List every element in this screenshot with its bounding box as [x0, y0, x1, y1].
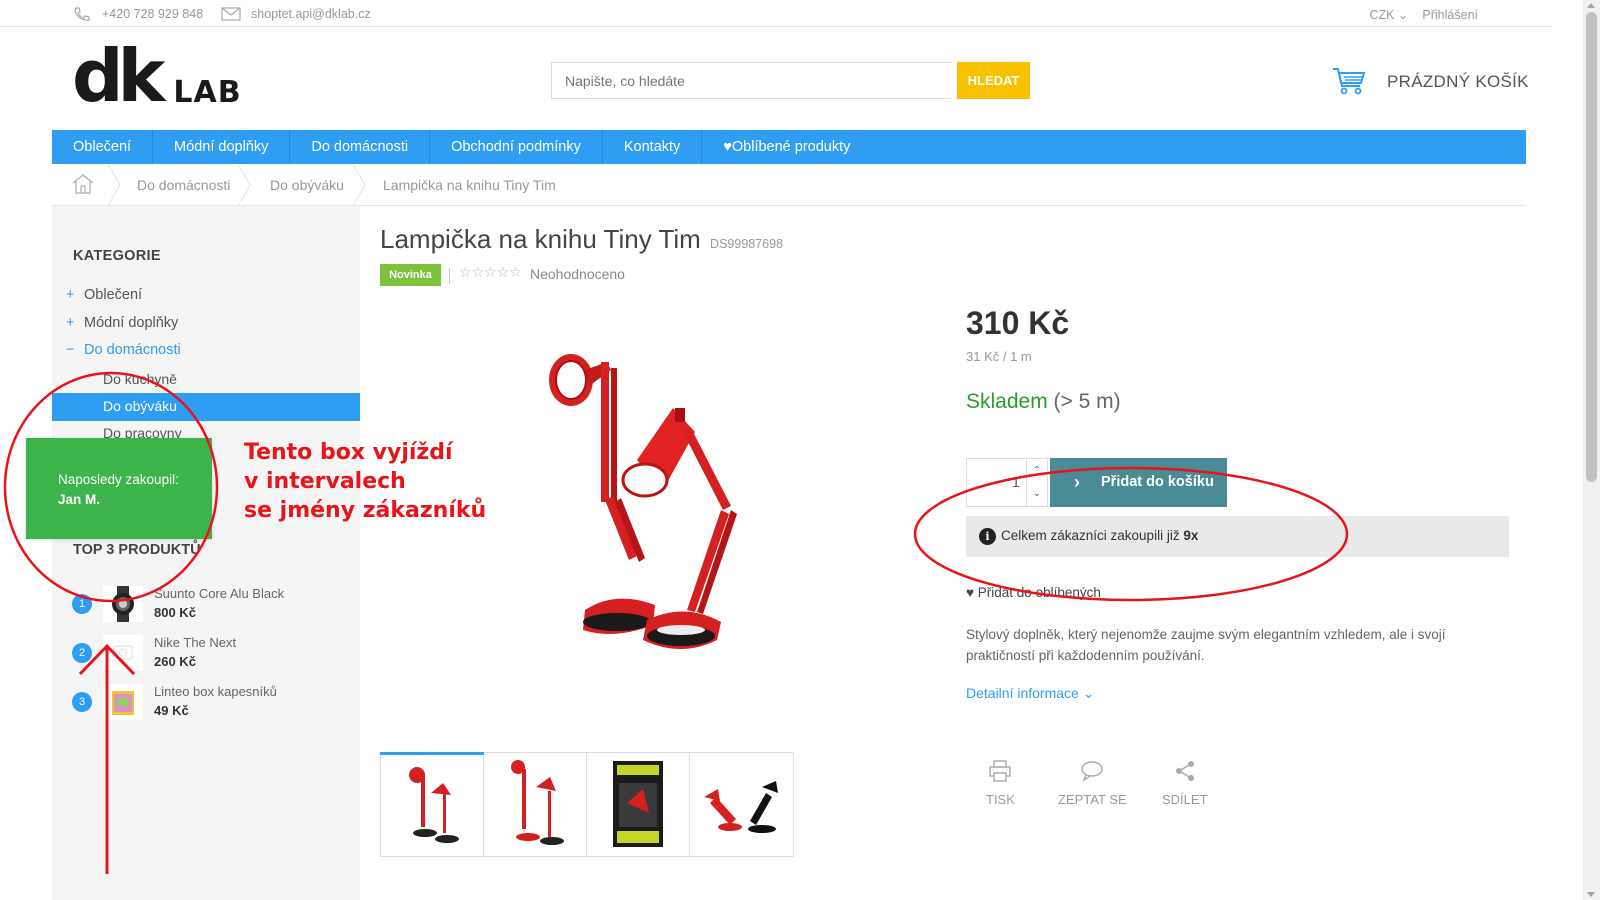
home-icon[interactable]: [71, 172, 95, 196]
category-do-domacnosti[interactable]: − Do domácnosti: [66, 342, 181, 358]
product-gallery: [380, 752, 794, 857]
nav-item-do-domacnosti[interactable]: Do domácnosti: [290, 130, 431, 164]
rating-text: Neohodnoceno: [530, 266, 625, 282]
heart-icon: ♥: [723, 139, 732, 155]
product-title: Lampička na knihu Tiny Tim DS99987698: [380, 224, 784, 254]
ask-question-button[interactable]: ZEPTAT SE: [1058, 760, 1127, 807]
print-button[interactable]: TISK: [986, 760, 1015, 807]
printer-icon: [989, 760, 1012, 782]
stock-status: Skladem (> 5 m): [966, 390, 1121, 413]
cart-label[interactable]: PRÁZDNÝ KOŠÍK: [1387, 72, 1529, 92]
product-price: 310 Kč: [966, 305, 1070, 341]
rating-divider: [449, 268, 450, 284]
top-product[interactable]: 3 Linteo box kapesníků 49 Kč: [72, 684, 342, 724]
chevron-right-icon: ›: [1074, 472, 1080, 492]
breadcrumb-separator: [107, 164, 121, 206]
breadcrumb-item[interactable]: Do obýváku: [270, 177, 344, 193]
info-icon: i: [979, 528, 996, 545]
rating-stars-icon[interactable]: ☆☆☆☆☆: [459, 264, 522, 281]
top-bar: +420 728 929 848 shoptet.api@dklab.cz CZ…: [0, 0, 1553, 27]
rank-badge: 2: [72, 643, 92, 663]
category-obleceni[interactable]: + Oblečení: [66, 287, 142, 303]
annotation-text: Tento box vyjíždí v intervalech se jmény…: [244, 440, 487, 523]
scrollbar[interactable]: [1583, 0, 1600, 900]
top-product[interactable]: 2 Nike The Next 260 Kč: [72, 635, 342, 675]
gallery-thumbnail[interactable]: [380, 752, 484, 856]
recent-purchase-popup: Naposledy zakoupil: Jan M.: [26, 438, 212, 539]
add-to-favorites-link[interactable]: ♥ Přidat do oblíbených: [966, 585, 1101, 600]
product-code: DS99987698: [710, 237, 784, 251]
currency-selector[interactable]: CZK ⌄: [1369, 7, 1408, 22]
chevron-down-icon: ⌄: [1082, 685, 1095, 701]
envelope-icon: [221, 7, 241, 21]
phone-icon: [74, 7, 90, 21]
scroll-up-arrow[interactable]: [1587, 3, 1595, 8]
product-image[interactable]: [545, 340, 765, 670]
search-input[interactable]: [551, 62, 951, 99]
decrease-arrow-icon[interactable]: ⌄: [1027, 482, 1047, 505]
top3-title: TOP 3 PRODUKTŮ: [73, 542, 201, 558]
rank-badge: 3: [72, 692, 92, 712]
add-to-cart-button[interactable]: › Přidat do košíku: [1050, 458, 1227, 507]
popup-label: Naposledy zakoupil:: [58, 472, 179, 487]
sidebar: KATEGORIE + Oblečení + Módní doplňky − Do d…: [52, 206, 360, 900]
breadcrumb-current: Lampička na knihu Tiny Tim: [383, 177, 556, 193]
chevron-down-icon: ⌄: [1397, 8, 1409, 22]
unit-price: 31 Kč / 1 m: [966, 349, 1032, 364]
nav-item-obchodni-podminky[interactable]: Obchodní podmínky: [430, 130, 603, 164]
top-product[interactable]: 1 Suunto Core Alu Black 800 Kč: [72, 586, 342, 626]
breadcrumb: Do domácnosti Do obýváku Lampička na kni…: [52, 164, 1526, 206]
subcategory-do-kuchyne[interactable]: Do kuchyně: [103, 371, 177, 387]
email-address: shoptet.api@dklab.cz: [251, 7, 371, 21]
cart-icon[interactable]: [1332, 66, 1366, 96]
gallery-thumbnail[interactable]: [690, 753, 793, 856]
share-icon: [1175, 761, 1194, 781]
rank-badge: 1: [72, 594, 92, 614]
breadcrumb-separator: [237, 164, 251, 206]
categories-title: KATEGORIE: [73, 248, 161, 264]
scroll-down-arrow[interactable]: [1587, 892, 1595, 897]
product-description: Stylový doplněk, který nejenomže zaujme …: [966, 627, 1446, 663]
purchase-count-info: i Celkem zákazníci zakoupili již 9x: [966, 516, 1509, 557]
search-button[interactable]: HLEDAT: [957, 62, 1030, 99]
phone-number: +420 728 929 848: [102, 7, 204, 21]
increase-arrow-icon[interactable]: ⌃: [1027, 459, 1047, 482]
nav-item-oblibene-produkty[interactable]: ♥Oblíbené produkty: [702, 130, 871, 164]
breadcrumb-separator: [352, 164, 366, 206]
watch-thumbnail: [103, 586, 143, 622]
subcategory-do-obyvaku[interactable]: Do obýváku: [52, 393, 360, 421]
quantity-value[interactable]: 1: [1012, 474, 1020, 490]
login-link[interactable]: Přihlášení: [1422, 8, 1478, 22]
site-logo[interactable]: dk LAB: [72, 40, 242, 112]
share-button[interactable]: SDÍLET: [1162, 760, 1208, 807]
quantity-stepper[interactable]: 1 ⌃ ⌄: [966, 458, 1048, 507]
detail-info-link[interactable]: Detailní informace ⌄: [966, 685, 1094, 702]
heart-icon: ♥: [966, 585, 975, 600]
new-badge: Novinka: [380, 264, 441, 286]
scrollbar-thumb[interactable]: [1586, 12, 1597, 482]
email-contact[interactable]: shoptet.api@dklab.cz: [221, 6, 371, 22]
gallery-thumbnail[interactable]: [484, 753, 587, 856]
nav-item-modni-doplnky[interactable]: Módní doplňky: [153, 130, 291, 164]
nav-item-obleceni[interactable]: Oblečení: [52, 130, 154, 164]
gallery-thumbnail[interactable]: [587, 753, 690, 856]
breadcrumb-item[interactable]: Do domácnosti: [137, 177, 230, 193]
speech-bubble-icon: [1081, 761, 1104, 782]
camera-placeholder-icon: [103, 635, 143, 671]
category-modni-doplnky[interactable]: + Módní doplňky: [66, 315, 178, 331]
phone-contact[interactable]: +420 728 929 848: [72, 6, 203, 22]
popup-customer-name: Jan M.: [58, 492, 101, 507]
nav-item-kontakty[interactable]: Kontakty: [603, 130, 703, 164]
tissue-box-thumbnail: [103, 684, 143, 720]
main-navigation: Oblečení Módní doplňky Do domácnosti Obc…: [52, 130, 1526, 164]
